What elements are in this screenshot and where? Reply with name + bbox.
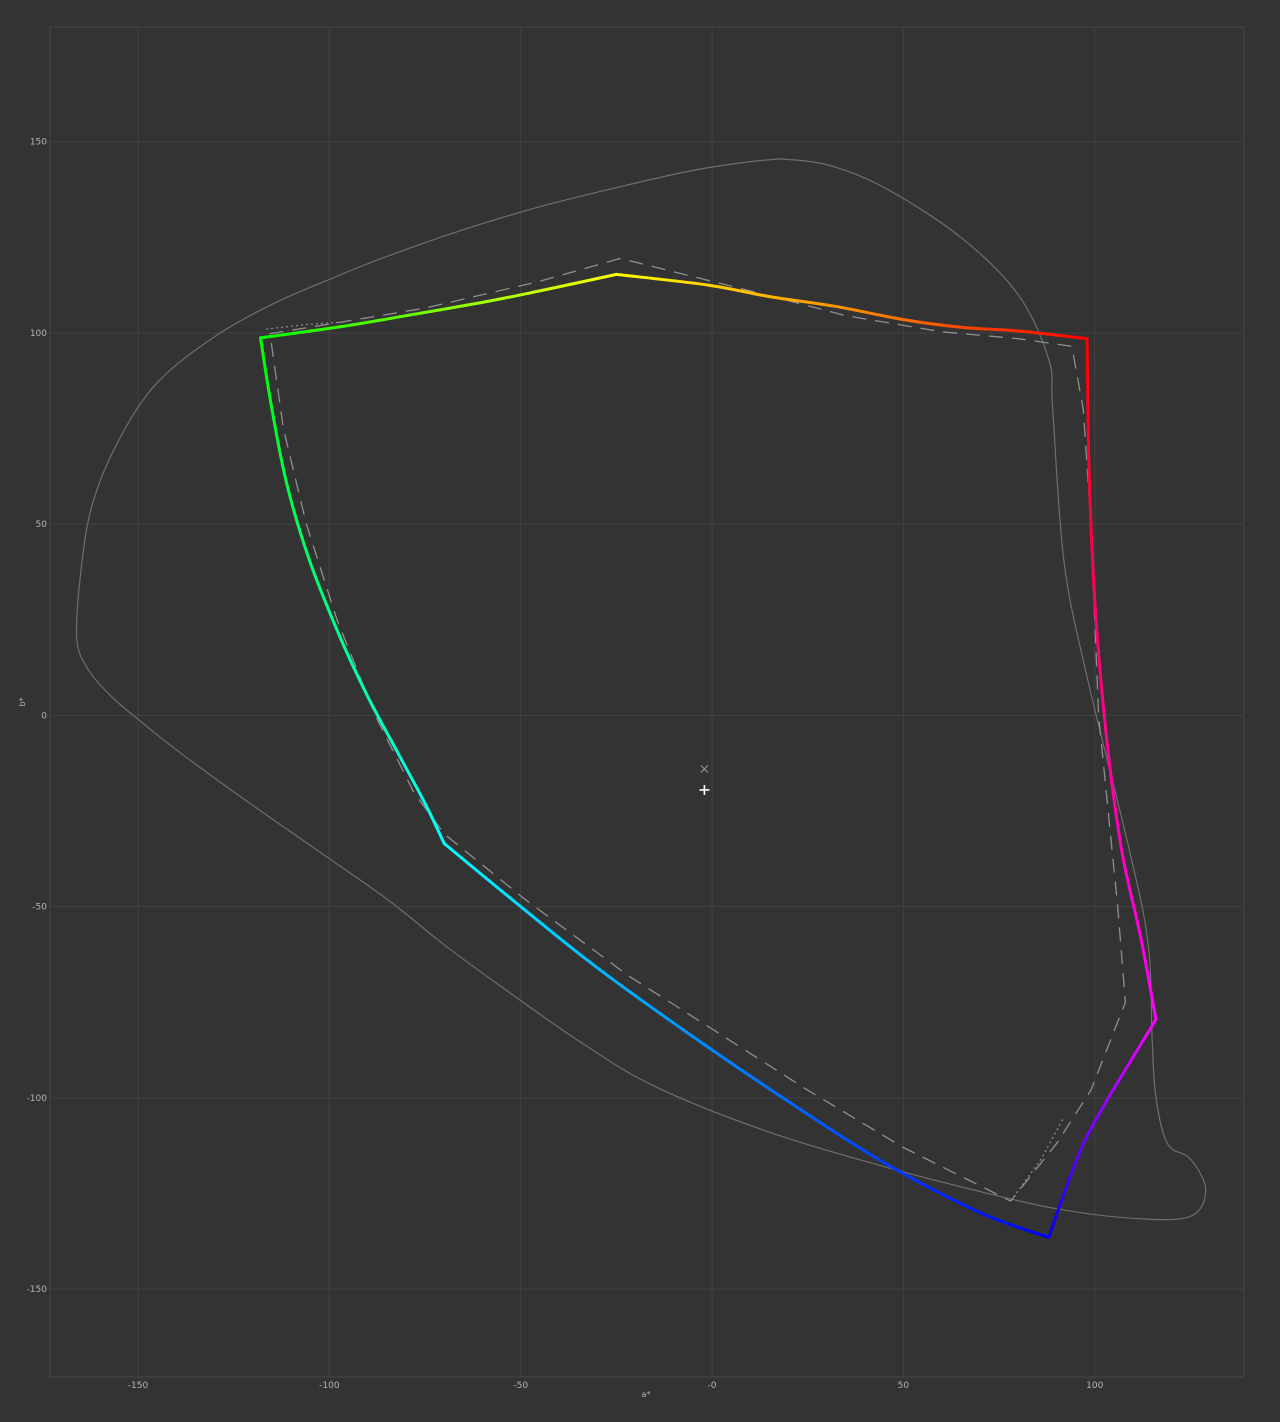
- gamut-edge-segment: [1047, 1017, 1158, 1239]
- y-tick-label: -150: [27, 1285, 48, 1295]
- y-tick-label: 50: [36, 520, 48, 530]
- whitepoint-x-marker: [700, 764, 709, 773]
- series: [75, 158, 1207, 1239]
- y-tick-label: 100: [30, 329, 47, 339]
- gamut-edge-segment: [259, 336, 446, 845]
- markers: [699, 764, 710, 795]
- x-tick-label: -0: [708, 1381, 717, 1391]
- gamut-edge-segment: [614, 272, 1089, 341]
- gamut-edge-segment: [442, 842, 1051, 1239]
- reference-gamut-line: [75, 158, 1207, 1221]
- y-tick-label: -50: [32, 903, 47, 913]
- plot-frame: [49, 26, 1245, 1378]
- y-tick-label: 150: [30, 138, 47, 148]
- grid: [49, 26, 1245, 1378]
- x-tick-label: -50: [513, 1381, 528, 1391]
- y-tick-label: -100: [27, 1094, 48, 1104]
- x-tick-label: -100: [319, 1381, 340, 1391]
- y-axis-label: b*: [18, 697, 27, 706]
- dashed-gamut-line: [269, 257, 1127, 1202]
- y-tick-label: 0: [41, 711, 47, 721]
- gamut-chart: -150 -100 -50 -0 50 100 -150 -100 -50 0 50 100 150 a…: [18, 26, 1245, 1399]
- dotted-gamut-line: [1010, 1116, 1065, 1202]
- gamut-edge-segment: [259, 272, 618, 340]
- x-tick-label: -150: [128, 1381, 149, 1391]
- x-tick-label: 100: [1086, 1381, 1103, 1391]
- x-axis-label: a*: [642, 1390, 651, 1399]
- x-tick-label: 50: [898, 1381, 910, 1391]
- whitepoint-plus-marker: [699, 784, 710, 795]
